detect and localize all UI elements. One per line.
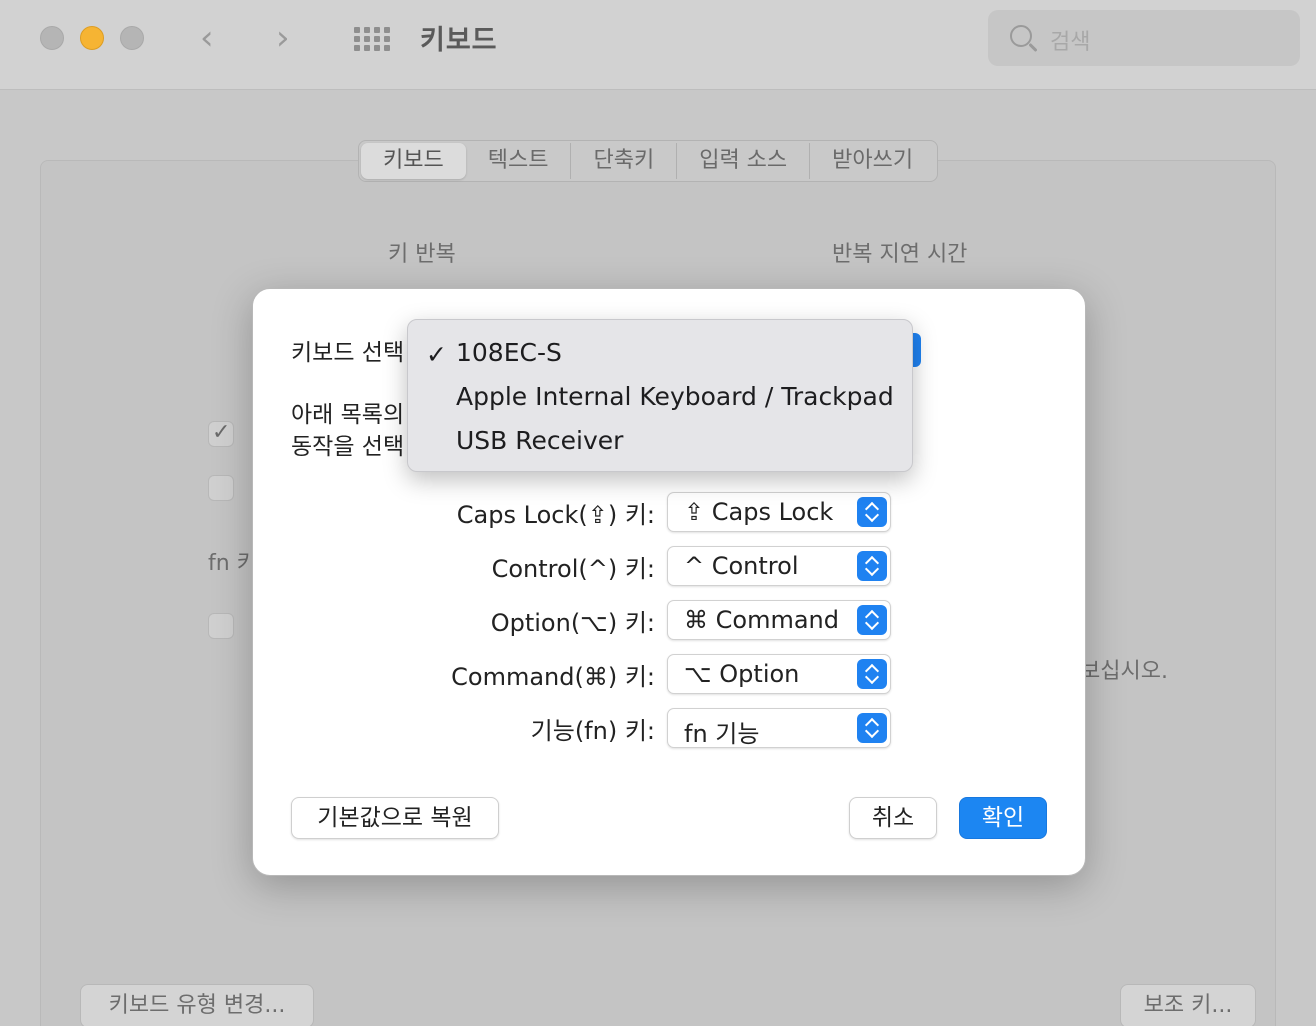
- control-key-value: ^ Control: [684, 552, 799, 580]
- menu-item-108ec-s[interactable]: 108EC-S: [456, 338, 562, 367]
- zoom-window-button[interactable]: [120, 26, 144, 50]
- window-title: 키보드: [420, 25, 498, 56]
- background-checkbox-2[interactable]: [208, 475, 234, 501]
- popup-stepper-icon: [857, 659, 887, 689]
- command-key-popup[interactable]: ⌥ Option: [667, 654, 891, 694]
- popup-stepper-icon: [857, 551, 887, 581]
- modifier-keys-button[interactable]: 보조 키...: [1120, 984, 1256, 1026]
- background-checkbox-1[interactable]: [208, 420, 234, 447]
- option-key-value: ⌘ Command: [684, 606, 839, 634]
- search-placeholder: 검색: [1050, 30, 1091, 55]
- menu-item-apple-internal-keyboard[interactable]: Apple Internal Keyboard / Trackpad: [456, 382, 894, 411]
- title-bar: ‹ › 키보드 검색: [0, 0, 1316, 90]
- close-window-button[interactable]: [40, 26, 64, 50]
- restore-defaults-button[interactable]: 기본값으로 복원: [291, 797, 499, 839]
- tab-bar: 키보드 텍스트 단축키 입력 소스 받아쓰기: [358, 140, 939, 182]
- tab-text[interactable]: 텍스트: [466, 143, 572, 179]
- key-repeat-label: 키 반복: [388, 242, 456, 267]
- popup-stepper-icon: [857, 497, 887, 527]
- tab-dictation[interactable]: 받아쓰기: [810, 143, 935, 179]
- fn-key-label: 기능(fn) 키:: [530, 717, 655, 745]
- instruction-line-1: 아래 목록의: [291, 402, 405, 428]
- control-key-popup[interactable]: ^ Control: [667, 546, 891, 586]
- search-field[interactable]: 검색: [988, 10, 1300, 66]
- popup-stepper-icon: [857, 605, 887, 635]
- fn-key-value: fn 기능: [684, 720, 760, 748]
- tab-shortcuts[interactable]: 단축키: [571, 143, 678, 179]
- tab-keyboard[interactable]: 키보드: [361, 143, 466, 179]
- search-icon: [1010, 25, 1032, 47]
- background-partial-text: 보십시오.: [1080, 659, 1168, 684]
- tab-input-sources[interactable]: 입력 소스: [677, 143, 811, 179]
- repeat-delay-label: 반복 지연 시간: [832, 242, 968, 267]
- keyboard-select-label: 키보드 선택: [291, 340, 405, 366]
- checkmark-icon: ✓: [426, 340, 447, 369]
- option-key-label: Option(⌥) 키:: [490, 609, 655, 637]
- option-key-popup[interactable]: ⌘ Command: [667, 600, 891, 640]
- popup-stepper-icon: [857, 713, 887, 743]
- fn-key-label: fn 키: [208, 551, 257, 576]
- background-checkbox-3[interactable]: [208, 613, 234, 639]
- command-key-label: Command(⌘) 키:: [451, 663, 655, 691]
- caps-lock-key-popup[interactable]: ⇪ Caps Lock: [667, 492, 891, 532]
- back-icon[interactable]: ‹: [200, 18, 214, 58]
- fn-key-popup[interactable]: fn 기능: [667, 708, 891, 748]
- ok-button[interactable]: 확인: [959, 797, 1047, 839]
- minimize-window-button[interactable]: [80, 26, 104, 50]
- menu-item-usb-receiver[interactable]: USB Receiver: [456, 426, 623, 455]
- control-key-label: Control(^) 키:: [491, 555, 655, 583]
- instruction-line-2: 동작을 선택: [291, 434, 405, 460]
- cancel-button[interactable]: 취소: [849, 797, 937, 839]
- caps-lock-key-label: Caps Lock(⇪) 키:: [456, 501, 655, 529]
- command-key-value: ⌥ Option: [684, 660, 800, 688]
- forward-icon[interactable]: ›: [276, 18, 290, 58]
- keyboard-select-menu: ✓ 108EC-S Apple Internal Keyboard / Trac…: [407, 319, 913, 472]
- change-keyboard-type-button[interactable]: 키보드 유형 변경...: [80, 984, 314, 1026]
- caps-lock-key-value: ⇪ Caps Lock: [684, 498, 834, 526]
- show-all-grid-icon[interactable]: [354, 27, 390, 51]
